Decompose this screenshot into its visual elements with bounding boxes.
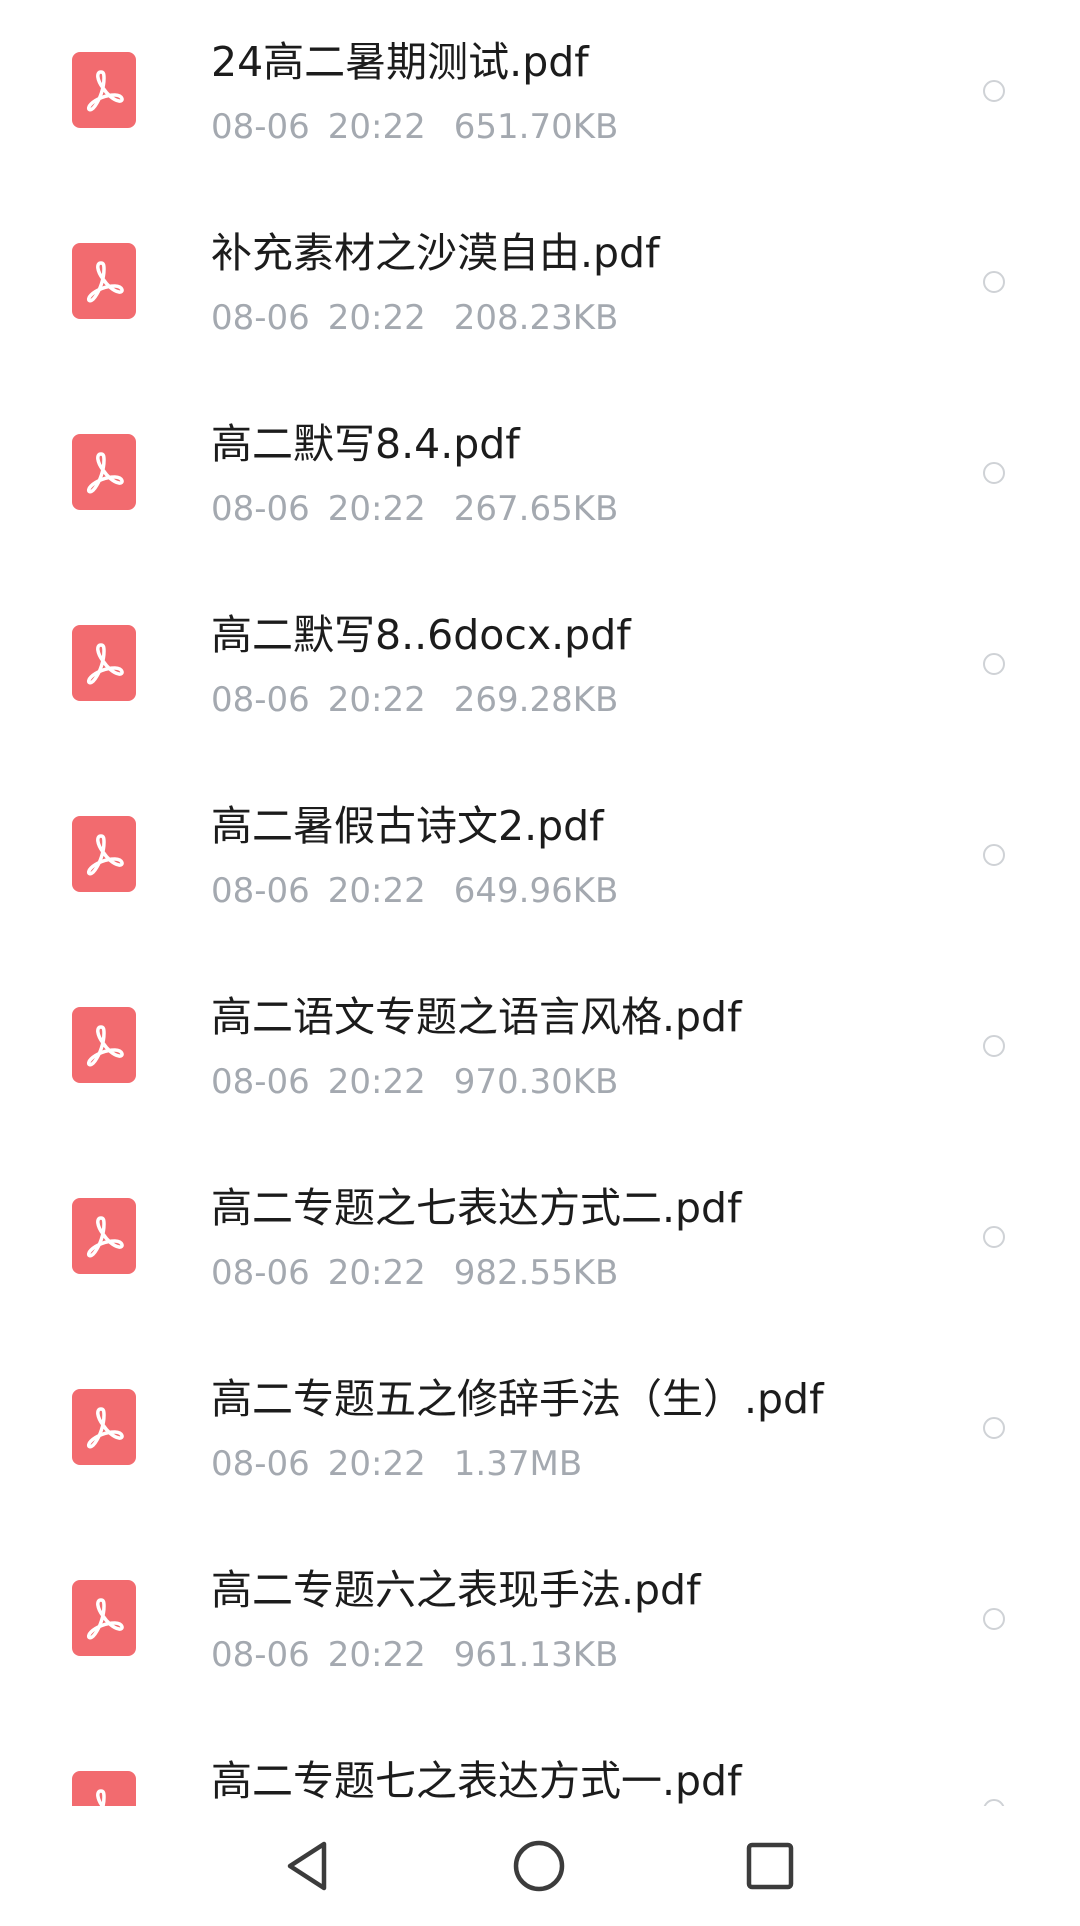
file-meta: 08-06 20:22 961.13KB: [211, 1635, 618, 1675]
navigation-bar: [0, 1806, 1080, 1926]
file-row-0[interactable]: 24高二暑期测试.pdf 08-06 20:22 651.70KB: [0, 0, 1080, 191]
file-row-9[interactable]: 高二专题七之表达方式一.pdf: [0, 1719, 1080, 1806]
pdf-file-icon: [72, 1007, 136, 1083]
pdf-file-icon: [72, 434, 136, 510]
radio-circle-icon[interactable]: [983, 1035, 1005, 1057]
file-date: 08-06: [211, 107, 310, 147]
file-time: 20:22: [327, 298, 426, 338]
pdf-file-icon: [72, 243, 136, 319]
pdf-file-icon: [72, 816, 136, 892]
file-time: 20:22: [327, 1635, 426, 1675]
file-name: 高二语文专题之语言风格.pdf: [211, 993, 742, 1041]
file-name: 高二暑假古诗文2.pdf: [211, 802, 604, 850]
file-size: 267.65KB: [453, 489, 619, 529]
radio-circle-icon[interactable]: [983, 1799, 1005, 1806]
radio-circle-icon[interactable]: [983, 1608, 1005, 1630]
home-button[interactable]: [509, 1836, 569, 1896]
radio-circle-icon[interactable]: [983, 80, 1005, 102]
home-circle-icon: [513, 1840, 565, 1892]
file-name: 高二默写8..6docx.pdf: [211, 611, 631, 659]
radio-circle-icon[interactable]: [983, 462, 1005, 484]
file-size: 961.13KB: [453, 1635, 619, 1675]
file-meta: 08-06 20:22 269.28KB: [211, 680, 618, 720]
file-time: 20:22: [327, 1444, 426, 1484]
file-size: 651.70KB: [453, 107, 619, 147]
file-meta: 08-06 20:22 651.70KB: [211, 107, 618, 147]
radio-circle-icon[interactable]: [983, 844, 1005, 866]
file-row-6[interactable]: 高二专题之七表达方式二.pdf 08-06 20:22 982.55KB: [0, 1146, 1080, 1337]
file-time: 20:22: [327, 871, 426, 911]
file-meta: 08-06 20:22 1.37MB: [211, 1444, 582, 1484]
file-date: 08-06: [211, 1635, 310, 1675]
file-size: 982.55KB: [453, 1253, 619, 1293]
file-row-1[interactable]: 补充素材之沙漠自由.pdf 08-06 20:22 208.23KB: [0, 191, 1080, 382]
file-row-2[interactable]: 高二默写8.4.pdf 08-06 20:22 267.65KB: [0, 382, 1080, 573]
file-name: 补充素材之沙漠自由.pdf: [211, 229, 660, 277]
file-meta: 08-06 20:22 970.30KB: [211, 1062, 618, 1102]
file-row-5[interactable]: 高二语文专题之语言风格.pdf 08-06 20:22 970.30KB: [0, 955, 1080, 1146]
file-name: 24高二暑期测试.pdf: [211, 38, 589, 86]
file-name: 高二默写8.4.pdf: [211, 420, 520, 468]
file-size: 649.96KB: [453, 871, 619, 911]
file-date: 08-06: [211, 298, 310, 338]
recents-square-icon: [746, 1842, 794, 1890]
pdf-file-icon: [72, 1389, 136, 1465]
radio-circle-icon[interactable]: [983, 271, 1005, 293]
file-time: 20:22: [327, 107, 426, 147]
file-date: 08-06: [211, 1062, 310, 1102]
file-size: 208.23KB: [453, 298, 619, 338]
radio-circle-icon[interactable]: [983, 1226, 1005, 1248]
file-name: 高二专题之七表达方式二.pdf: [211, 1184, 742, 1232]
file-date: 08-06: [211, 871, 310, 911]
file-date: 08-06: [211, 1444, 310, 1484]
file-size: 1.37MB: [453, 1444, 583, 1484]
file-size: 970.30KB: [453, 1062, 619, 1102]
file-name: 高二专题六之表现手法.pdf: [211, 1566, 701, 1614]
pdf-file-icon: [72, 1198, 136, 1274]
file-meta: 08-06 20:22 208.23KB: [211, 298, 618, 338]
file-date: 08-06: [211, 680, 310, 720]
file-row-7[interactable]: 高二专题五之修辞手法（生）.pdf 08-06 20:22 1.37MB: [0, 1337, 1080, 1528]
file-name: 高二专题五之修辞手法（生）.pdf: [211, 1375, 824, 1423]
file-name: 高二专题七之表达方式一.pdf: [211, 1757, 742, 1805]
pdf-file-icon: [72, 1580, 136, 1656]
recents-button[interactable]: [740, 1836, 800, 1896]
file-meta: 08-06 20:22 982.55KB: [211, 1253, 618, 1293]
pdf-file-icon: [72, 625, 136, 701]
file-time: 20:22: [327, 1253, 426, 1293]
back-button[interactable]: [278, 1836, 338, 1896]
back-triangle-icon: [287, 1841, 327, 1891]
file-time: 20:22: [327, 1062, 426, 1102]
file-row-8[interactable]: 高二专题六之表现手法.pdf 08-06 20:22 961.13KB: [0, 1528, 1080, 1719]
file-time: 20:22: [327, 489, 426, 529]
file-row-3[interactable]: 高二默写8..6docx.pdf 08-06 20:22 269.28KB: [0, 573, 1080, 764]
file-meta: 08-06 20:22 649.96KB: [211, 871, 618, 911]
file-time: 20:22: [327, 680, 426, 720]
file-date: 08-06: [211, 1253, 310, 1293]
file-list: 24高二暑期测试.pdf 08-06 20:22 651.70KB 补充素材之沙漠自…: [0, 0, 1080, 1806]
radio-circle-icon[interactable]: [983, 653, 1005, 675]
pdf-file-icon: [72, 1771, 136, 1806]
file-date: 08-06: [211, 489, 310, 529]
file-manager-screen: 24高二暑期测试.pdf 08-06 20:22 651.70KB 补充素材之沙漠自…: [0, 0, 1080, 1926]
file-meta: 08-06 20:22 267.65KB: [211, 489, 618, 529]
file-size: 269.28KB: [453, 680, 619, 720]
file-row-4[interactable]: 高二暑假古诗文2.pdf 08-06 20:22 649.96KB: [0, 764, 1080, 955]
pdf-file-icon: [72, 52, 136, 128]
radio-circle-icon[interactable]: [983, 1417, 1005, 1439]
